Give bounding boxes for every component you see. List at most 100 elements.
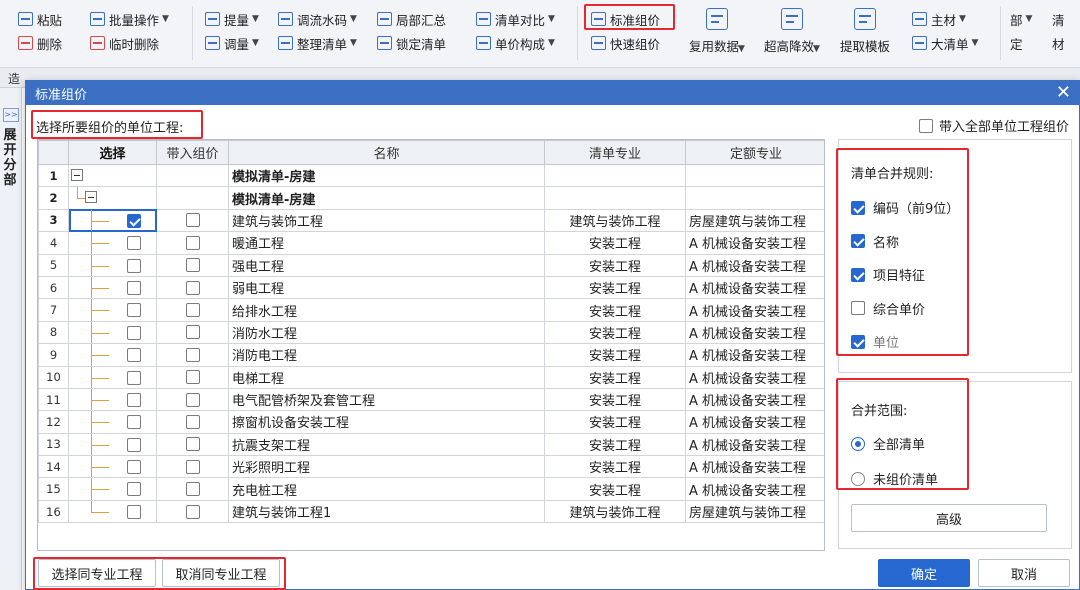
select-checkbox[interactable] (127, 415, 141, 430)
select-checkbox[interactable] (127, 504, 141, 519)
select-checkbox[interactable] (127, 280, 141, 295)
merge-rule-checkbox[interactable] (851, 301, 865, 315)
select-checkbox[interactable] (127, 437, 141, 452)
select-checkbox[interactable] (127, 258, 141, 273)
bring-pricing-checkbox[interactable] (185, 504, 200, 519)
bring-pricing-checkbox[interactable] (185, 280, 200, 295)
select-cell[interactable] (68, 499, 157, 524)
column-header-name[interactable]: 名称 (228, 140, 545, 165)
select-cell[interactable] (68, 275, 157, 300)
list-compare-button[interactable]: 清单对比 ▼ (476, 9, 555, 29)
merge-scope-option[interactable]: 未组价清单 (851, 469, 938, 488)
collapse-icon[interactable] (85, 191, 97, 204)
select-cell[interactable] (68, 298, 157, 322)
table-row[interactable]: 10 电梯工程 安装工程 A 机械设备安装工程 (38, 365, 824, 389)
select-cell[interactable] (68, 186, 157, 210)
bring-pricing-checkbox[interactable] (185, 303, 200, 318)
bring-pricing-cell[interactable] (156, 343, 229, 367)
checkbox-icon[interactable] (918, 118, 933, 133)
select-checkbox[interactable] (127, 348, 141, 363)
lock-list-button[interactable]: 锁定清单 (377, 33, 446, 53)
select-checkbox[interactable] (127, 325, 141, 340)
radio-icon[interactable] (851, 436, 865, 451)
table-row[interactable]: 2 模拟清单-房建 (38, 186, 824, 210)
merge-rule-checkbox[interactable] (851, 200, 865, 215)
select-checkbox[interactable] (127, 460, 141, 475)
partial-summary-button[interactable]: 局部汇总 (377, 9, 446, 29)
batch-operation-button[interactable]: 批量操作 ▼ (90, 9, 169, 29)
table-row[interactable]: 4 暖通工程 安装工程 A 机械设备安装工程 (38, 231, 824, 255)
merge-rule-option[interactable]: 编码（前9位） (851, 198, 959, 217)
bring-pricing-checkbox[interactable] (185, 258, 200, 273)
column-header-select[interactable]: 选择 (68, 140, 157, 165)
background-tab[interactable]: 造 (8, 70, 20, 87)
select-checkbox[interactable] (127, 392, 141, 407)
collapse-icon[interactable] (71, 169, 83, 181)
column-header-bring-pricing[interactable]: 带入组价 (156, 140, 229, 165)
bring-pricing-checkbox[interactable] (185, 482, 200, 497)
select-cell[interactable] (68, 477, 157, 501)
clear-button[interactable]: 清 (1052, 9, 1065, 29)
select-cell[interactable] (68, 387, 157, 412)
table-row[interactable]: 14 光彩照明工程 安装工程 A 机械设备安装工程 (38, 455, 824, 479)
bring-pricing-checkbox[interactable] (185, 437, 200, 452)
merge-rule-checkbox[interactable] (851, 234, 865, 248)
select-cell[interactable] (68, 432, 157, 457)
select-cell[interactable] (68, 455, 157, 479)
bring-pricing-cell[interactable] (156, 320, 229, 345)
table-row[interactable]: 16 建筑与装饰工程1 建筑与装饰工程 房屋建筑与装饰工程 (38, 499, 824, 524)
big-list-button[interactable]: 大清单 ▼ (912, 33, 978, 53)
table-row[interactable]: 15 充电桩工程 安装工程 A 机械设备安装工程 (38, 477, 824, 501)
table-row[interactable]: 11 电气配管桥架及套管工程 安装工程 A 机械设备安装工程 (38, 387, 824, 412)
table-row[interactable]: 5 强电工程 安装工程 A 机械设备安装工程 (38, 253, 824, 277)
bring-pricing-cell[interactable] (156, 186, 229, 210)
extract-template-button[interactable]: 提取模板 (840, 8, 890, 55)
column-header-quota-major[interactable]: 定额专业 (685, 140, 824, 165)
expand-icon[interactable]: >> (3, 108, 19, 122)
select-checkbox[interactable] (127, 370, 141, 385)
select-checkbox[interactable] (127, 236, 141, 251)
all-units-checkbox[interactable]: 带入全部单位工程组价 (918, 116, 1069, 135)
select-cell[interactable] (68, 231, 157, 255)
bring-pricing-checkbox[interactable] (185, 347, 200, 362)
merge-rule-option[interactable]: 项目特征 (851, 265, 925, 284)
division-button[interactable]: 部 ▼ (1010, 9, 1032, 29)
standard-pricing-button[interactable]: 标准组价 (591, 9, 660, 29)
bring-pricing-cell[interactable] (156, 387, 229, 412)
organize-list-button[interactable]: 整理清单 ▼ (278, 33, 357, 53)
bring-pricing-checkbox[interactable] (185, 325, 200, 340)
table-row[interactable]: 13 抗震支架工程 安装工程 A 机械设备安装工程 (38, 432, 824, 457)
bring-pricing-cell[interactable] (156, 163, 229, 188)
bring-pricing-cell[interactable] (156, 432, 229, 457)
select-cell[interactable] (68, 343, 157, 367)
extract-quantity-button[interactable]: 提量 ▼ (205, 9, 259, 29)
cancel-button[interactable]: 取消 (978, 559, 1070, 587)
bring-pricing-checkbox[interactable] (185, 235, 200, 250)
bring-pricing-cell[interactable] (156, 455, 229, 479)
table-row[interactable]: 3 建筑与装饰工程 建筑与装饰工程 房屋建筑与装饰工程 (38, 208, 824, 233)
advanced-button[interactable]: 高级 (851, 504, 1047, 532)
expand-division-label[interactable]: 展开分部 (2, 128, 18, 188)
bring-pricing-cell[interactable] (156, 365, 229, 389)
bring-pricing-cell[interactable] (156, 499, 229, 524)
close-icon[interactable]: ✕ (1056, 83, 1071, 103)
bring-pricing-cell[interactable] (156, 477, 229, 501)
table-row[interactable]: 12 擦窗机设备安装工程 安装工程 A 机械设备安装工程 (38, 410, 824, 434)
temp-delete-button[interactable]: 临时删除 (90, 33, 159, 53)
select-cell[interactable] (68, 365, 157, 389)
table-row[interactable]: 9 消防电工程 安装工程 A 机械设备安装工程 (38, 343, 824, 367)
bring-pricing-cell[interactable] (156, 253, 229, 277)
select-cell[interactable] (68, 208, 157, 233)
merge-rule-option[interactable]: 单位 (851, 332, 899, 351)
reuse-data-button[interactable]: 复用数据▼ (689, 8, 745, 55)
ok-button[interactable]: 确定 (878, 559, 970, 587)
bring-pricing-checkbox[interactable] (185, 414, 200, 429)
merge-scope-option[interactable]: 全部清单 (851, 434, 925, 453)
material-short-button[interactable]: 材 (1052, 33, 1065, 53)
high-rise-efficiency-button[interactable]: 超高降效▼ (764, 8, 820, 55)
bring-pricing-checkbox[interactable] (185, 213, 200, 228)
select-checkbox[interactable] (127, 303, 141, 318)
adjust-quantity-button[interactable]: 调量 ▼ (205, 33, 259, 53)
merge-rule-checkbox[interactable] (851, 267, 865, 282)
merge-rule-option[interactable]: 名称 (851, 232, 899, 251)
